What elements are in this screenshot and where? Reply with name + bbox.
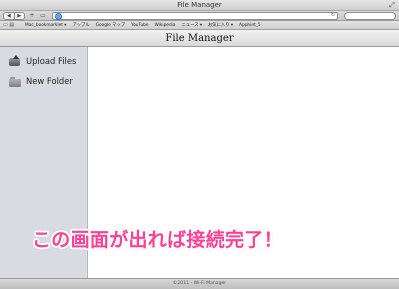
window-titlebar: File Manager ⤢ [0, 0, 399, 11]
add-bookmark-icon[interactable]: + [28, 12, 36, 20]
bookmark-item[interactable]: アップル [72, 22, 89, 28]
new-folder-label: New Folder [26, 76, 73, 86]
page-header: File Manager [0, 30, 399, 47]
fullscreen-icon[interactable]: ⤢ [388, 1, 396, 9]
bookmark-item[interactable]: Apphint_5 [239, 23, 261, 28]
bookmark-item[interactable]: ニュース ▾ [182, 22, 203, 28]
bookmarks-icons[interactable]: ▭ ▤ [0, 22, 25, 28]
bookmark-item[interactable]: Google マップ [96, 22, 125, 28]
bookmark-item[interactable]: Wikipedia [155, 23, 176, 28]
reload-icon[interactable]: ↻ [331, 12, 335, 18]
bookmark-item[interactable]: Mac_bookmarklet ▾ [25, 23, 66, 28]
globe-icon [55, 13, 62, 20]
search-input[interactable] [344, 12, 396, 20]
page-footer: ©2011 - Wi-Fi Manager [0, 278, 399, 289]
reader-icon[interactable]: ▭ [39, 12, 47, 20]
bookmarks-bar: ▭ ▤ Mac_bookmarklet ▾ アップル Google マップ Yo… [0, 21, 399, 30]
browser-window: File Manager ⤢ ◀ ▶ + ▭ ↻ ▭ ▤ Mac_bookmar… [0, 0, 399, 289]
footer-text: ©2011 - Wi-Fi Manager [172, 281, 227, 286]
bookmark-item[interactable]: お気に入り ▾ [208, 22, 233, 28]
bookmark-item[interactable]: YouTube [131, 23, 148, 28]
browser-toolbar: ◀ ▶ + ▭ ↻ [0, 11, 399, 21]
upload-icon [9, 54, 21, 67]
new-folder-button[interactable]: New Folder [9, 75, 73, 87]
nav-buttons: ◀ ▶ [3, 12, 25, 20]
back-button[interactable]: ◀ [4, 13, 14, 19]
upload-files-button[interactable]: Upload Files [9, 54, 77, 67]
page-title: File Manager [165, 33, 234, 44]
upload-files-label: Upload Files [26, 56, 77, 66]
overlay-caption: この画面が出れば接続完了！ [32, 229, 283, 251]
window-title: File Manager [177, 1, 222, 9]
folder-icon [9, 76, 21, 87]
forward-button[interactable]: ▶ [13, 13, 25, 19]
url-input[interactable]: ↻ [52, 12, 338, 20]
